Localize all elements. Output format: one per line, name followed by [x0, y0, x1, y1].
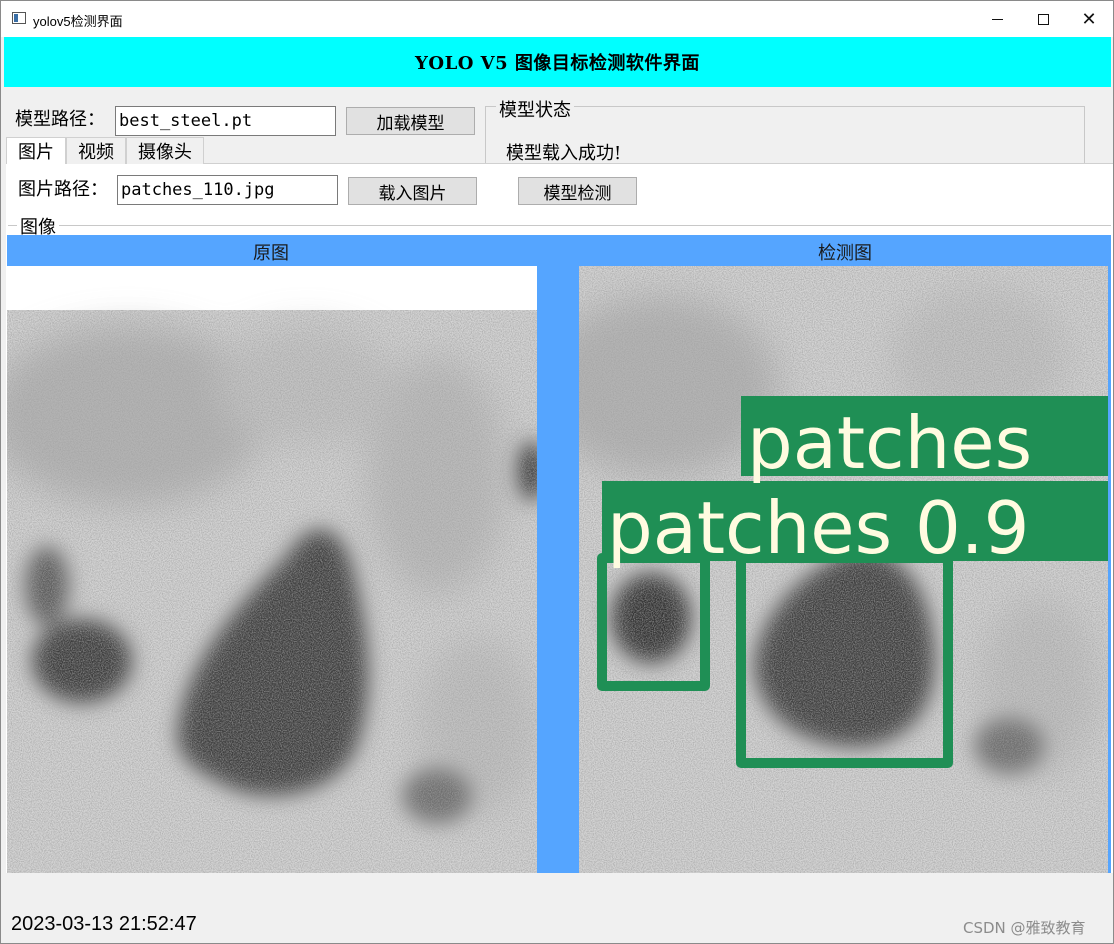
original-image	[7, 266, 537, 873]
tab-video[interactable]: 视频	[66, 137, 126, 164]
minimize-icon	[991, 18, 1003, 20]
timestamp: 2023-03-13 21:52:47	[11, 913, 197, 935]
original-image-header: 原图	[253, 243, 289, 264]
tab-bar: 图片 视频 摄像头	[6, 137, 204, 164]
model-path-label: 模型路径：	[15, 109, 105, 130]
detected-image-header: 检测图	[818, 243, 872, 264]
detect-button[interactable]: 模型检测	[518, 177, 637, 205]
image-path-label: 图片路径：	[18, 179, 108, 200]
title-bar[interactable]: yolov5检测界面 ✕	[1, 1, 1113, 37]
tab-camera[interactable]: 摄像头	[126, 137, 204, 164]
maximize-icon	[1037, 13, 1049, 25]
window-title: yolov5检测界面	[33, 14, 123, 29]
close-icon: ✕	[1081, 9, 1097, 29]
image-path-input[interactable]: patches_110.jpg	[117, 175, 338, 205]
close-button[interactable]: ✕	[1066, 1, 1112, 37]
app-window: yolov5检测界面 ✕ YOLO V5 图像目标检测软件界面 模型路径： be…	[0, 0, 1114, 944]
detected-image: patches patches 0.9	[579, 266, 1108, 873]
model-path-input[interactable]: best_steel.pt	[115, 106, 336, 136]
detection-label-top: patches	[747, 401, 1032, 485]
header-banner: YOLO V5 图像目标检测软件界面	[4, 37, 1111, 87]
image-group-frame	[8, 225, 1111, 226]
load-model-button[interactable]: 加载模型	[346, 107, 475, 135]
original-image-picture	[7, 266, 537, 873]
banner-title: YOLO V5 图像目标检测软件界面	[415, 53, 700, 74]
app-icon	[12, 12, 26, 24]
load-image-button[interactable]: 载入图片	[348, 177, 477, 205]
detection-label-bottom: patches 0.9	[607, 486, 1029, 570]
minimize-button[interactable]	[974, 1, 1020, 37]
maximize-button[interactable]	[1020, 1, 1066, 37]
model-status-title: 模型状态	[496, 96, 574, 122]
watermark: CSDN @雅致教育	[963, 919, 1086, 937]
tab-image[interactable]: 图片	[6, 137, 66, 164]
model-status-text: 模型载入成功!	[506, 143, 622, 164]
detected-image-picture: patches patches 0.9	[579, 266, 1108, 873]
